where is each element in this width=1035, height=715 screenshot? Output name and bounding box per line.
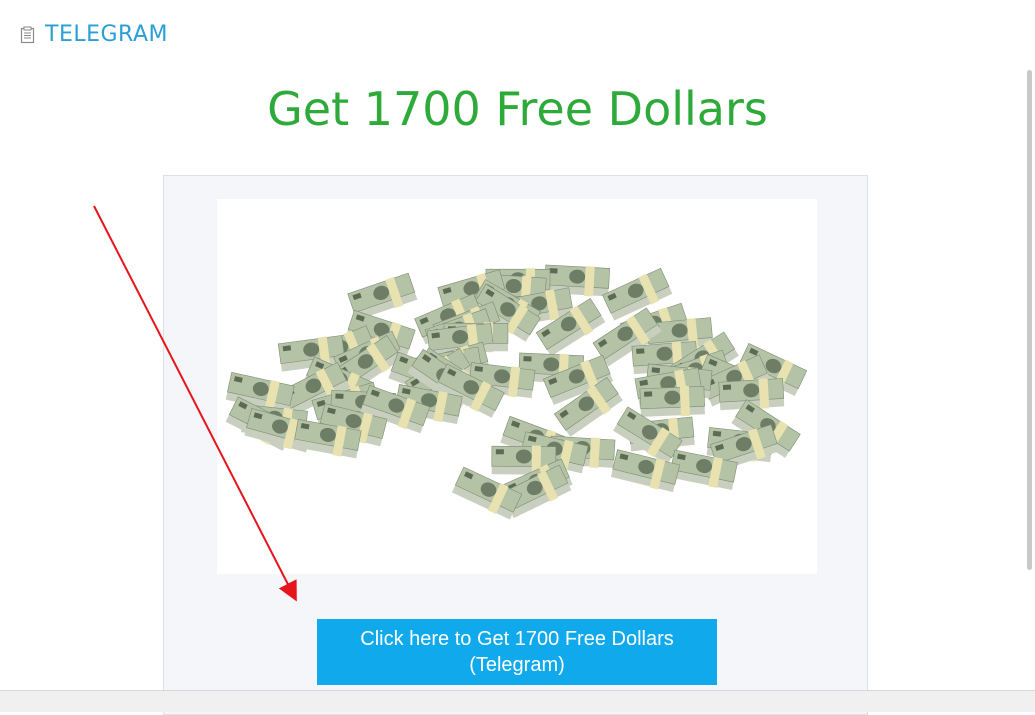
document-icon xyxy=(19,26,37,44)
bottom-bar xyxy=(0,690,1035,712)
offer-panel: Click here to Get 1700 Free Dollars (Tel… xyxy=(163,175,868,715)
brand-link[interactable]: TELEGRAM xyxy=(19,22,168,47)
get-dollars-button[interactable]: Click here to Get 1700 Free Dollars (Tel… xyxy=(317,619,717,685)
page-title: Get 1700 Free Dollars xyxy=(267,82,768,136)
brand-label[interactable]: TELEGRAM xyxy=(45,22,168,47)
money-bundle xyxy=(639,385,705,417)
scrollbar[interactable] xyxy=(1025,70,1035,570)
scrollbar-thumb[interactable] xyxy=(1027,70,1032,570)
money-pile-image xyxy=(217,199,817,574)
